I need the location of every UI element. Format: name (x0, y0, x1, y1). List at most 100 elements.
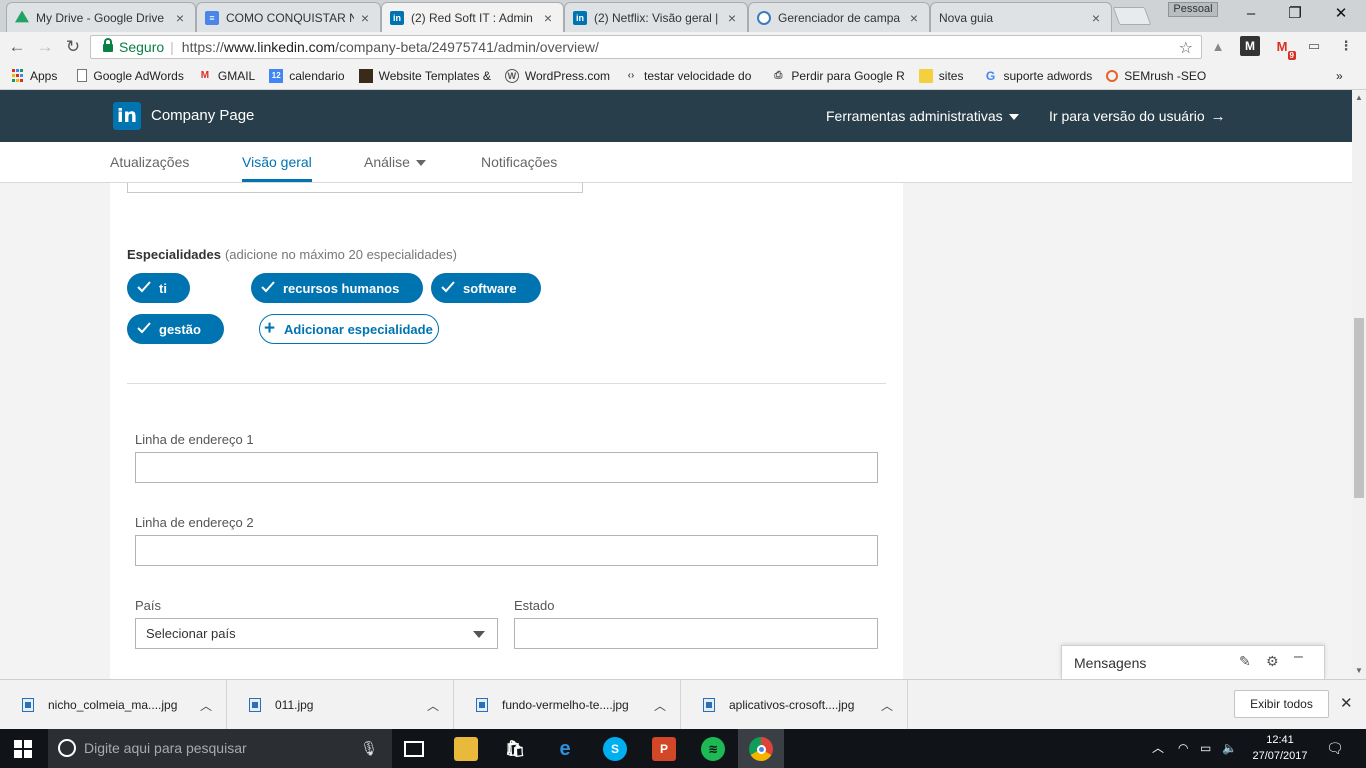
file-explorer-icon[interactable] (454, 737, 478, 761)
taskbar-search[interactable]: Digite aqui para pesquisar 🎙 (48, 729, 392, 768)
close-icon[interactable]: × (358, 10, 372, 26)
battery-icon[interactable]: ▭ (1200, 729, 1211, 768)
chrome-icon[interactable] (749, 737, 773, 761)
extension-m-icon[interactable]: M (1240, 36, 1260, 56)
tab-como-conquistar[interactable]: ≡ COMO CONQUISTAR N × (196, 2, 381, 32)
minimize-icon[interactable]: – (1228, 0, 1274, 28)
download-item[interactable]: 011.jpg ︿ (227, 680, 454, 730)
more-bookmarks-button[interactable]: » (1336, 69, 1343, 83)
address-line2-input[interactable] (135, 535, 878, 566)
scroll-down-icon[interactable]: ▼ (1355, 666, 1363, 675)
linkedin-logo[interactable]: in (113, 102, 141, 130)
user-view-link[interactable]: Ir para versão do usuário → (1049, 108, 1226, 125)
tab-notifications[interactable]: Notificações (481, 154, 557, 170)
bookmark-perdir-google[interactable]: ⎙ Perdir para Google R (771, 69, 904, 83)
scroll-up-icon[interactable]: ▲ (1355, 93, 1363, 102)
gear-icon[interactable]: ⚙ (1266, 653, 1279, 670)
tab-overview[interactable]: Visão geral (242, 154, 312, 170)
bookmark-star-icon[interactable]: ☆ (1179, 38, 1193, 58)
chevron-up-icon[interactable]: ︿ (881, 697, 893, 714)
new-tab-button[interactable] (1112, 7, 1152, 25)
skype-icon[interactable]: S (603, 737, 627, 761)
notifications-icon[interactable]: 🗨 (1326, 729, 1344, 768)
drive-extension-icon[interactable]: ▲ (1208, 36, 1228, 56)
download-item[interactable]: nicho_colmeia_ma....jpg ︿ (0, 680, 227, 730)
microphone-icon[interactable]: 🎙 (360, 729, 378, 768)
tab-campaign-manager[interactable]: Gerenciador de campa × (748, 2, 930, 32)
tab-title: Gerenciador de campa (778, 10, 901, 25)
country-select[interactable]: Selecionar país (135, 618, 498, 649)
add-specialty-button[interactable]: + Adicionar especialidade (259, 314, 439, 344)
reload-icon[interactable]: ↻ (62, 36, 84, 58)
windows-start-icon[interactable] (14, 740, 32, 758)
chevron-up-icon[interactable]: ︿ (427, 697, 439, 714)
wifi-icon[interactable]: ◠ (1178, 729, 1188, 768)
address-bar[interactable]: Seguro | https://www.linkedin.com/compan… (90, 35, 1202, 59)
specialty-chip-ti[interactable]: ti (127, 273, 190, 303)
messaging-widget[interactable]: Mensagens ✎ ⚙ – (1061, 645, 1325, 679)
gmail-icon: M (200, 70, 210, 81)
restore-icon[interactable]: ❐ (1272, 0, 1318, 28)
bookmark-semrush[interactable]: SEMrush -SEO (1106, 69, 1206, 83)
specialty-chip-gestao[interactable]: gestão (127, 314, 224, 344)
menu-dots-icon[interactable]: ⋮ (1336, 36, 1356, 56)
chevron-up-icon[interactable]: ︿ (654, 697, 666, 714)
bookmark-apps[interactable]: Apps (10, 69, 57, 83)
tab-new-tab[interactable]: Nova guia × (930, 2, 1112, 32)
forward-arrow-icon[interactable]: → (34, 36, 56, 58)
window-close-icon[interactable]: ✕ (1318, 0, 1364, 28)
bookmark-label: Perdir para Google R (791, 68, 905, 83)
store-icon[interactable]: 🛍 (503, 737, 527, 761)
active-tab-underline (242, 179, 312, 182)
caret-down-icon (1008, 114, 1019, 121)
linkedin-icon: in (573, 10, 587, 25)
gmail-extension-icon[interactable]: M9 (1272, 36, 1296, 60)
task-view-icon[interactable] (404, 741, 424, 757)
image-file-icon (476, 698, 488, 712)
close-icon[interactable]: × (725, 10, 739, 26)
tab-analytics[interactable]: Análise (364, 154, 426, 170)
taskbar-clock[interactable]: 12:41 27/07/2017 (1250, 732, 1310, 764)
close-icon[interactable]: × (173, 10, 187, 26)
edge-icon[interactable]: e (553, 737, 577, 761)
scroll-thumb[interactable] (1354, 318, 1364, 498)
cast-icon[interactable]: ▭ (1304, 36, 1324, 56)
specialty-chip-software[interactable]: software (431, 273, 541, 303)
bookmark-label: calendario (289, 68, 345, 83)
profile-button[interactable]: Pessoal (1168, 2, 1218, 17)
page-scrollbar[interactable]: ▲ ▼ (1352, 90, 1366, 679)
bookmark-google-adwords[interactable]: Google AdWords (77, 69, 184, 83)
volume-icon[interactable]: 🔈 (1222, 729, 1237, 768)
close-icon[interactable]: ✕ (1340, 694, 1353, 712)
show-all-downloads-button[interactable]: Exibir todos (1234, 690, 1329, 718)
tab-red-soft-admin[interactable]: in (2) Red Soft IT : Admin × (381, 2, 564, 32)
close-icon[interactable]: × (907, 10, 921, 26)
compose-icon[interactable]: ✎ (1239, 653, 1251, 670)
specialty-chip-recursos-humanos[interactable]: recursos humanos (251, 273, 423, 303)
bookmark-suporte-adwords[interactable]: G suporte adwords (983, 69, 1092, 83)
tab-updates[interactable]: Atualizações (110, 154, 189, 170)
download-item[interactable]: fundo-vermelho-te....jpg ︿ (454, 680, 681, 730)
bookmark-testar-velocidade[interactable]: ‹› testar velocidade do (624, 69, 752, 83)
admin-tools-menu[interactable]: Ferramentas administrativas (826, 108, 1019, 124)
bookmark-wordpress[interactable]: W WordPress.com (504, 68, 610, 83)
bookmark-gmail[interactable]: M GMAIL (198, 69, 256, 83)
tab-google-drive[interactable]: My Drive - Google Drive × (6, 2, 196, 32)
spotify-icon[interactable]: ≋ (701, 737, 725, 761)
tray-chevron-icon[interactable]: ︿ (1152, 729, 1164, 768)
close-icon[interactable]: × (1089, 10, 1103, 26)
powerpoint-icon[interactable]: P (652, 737, 676, 761)
address-line1-input[interactable] (135, 452, 878, 483)
minimize-chat-icon[interactable]: – (1294, 648, 1303, 666)
tab-netflix-overview[interactable]: in (2) Netflix: Visão geral | × (564, 2, 748, 32)
previous-field-bottom[interactable] (127, 183, 583, 193)
bookmark-calendario[interactable]: 12 calendario (269, 68, 345, 83)
back-arrow-icon[interactable]: ← (6, 36, 28, 58)
state-input[interactable] (514, 618, 878, 649)
chevron-up-icon[interactable]: ︿ (200, 697, 212, 714)
bookmark-website-templates[interactable]: Website Templates & (358, 68, 491, 83)
download-item[interactable]: aplicativos-crosoft....jpg ︿ (681, 680, 908, 730)
close-icon[interactable]: × (541, 10, 555, 26)
campaign-icon (757, 10, 771, 25)
bookmark-sites[interactable]: sites (918, 68, 963, 83)
